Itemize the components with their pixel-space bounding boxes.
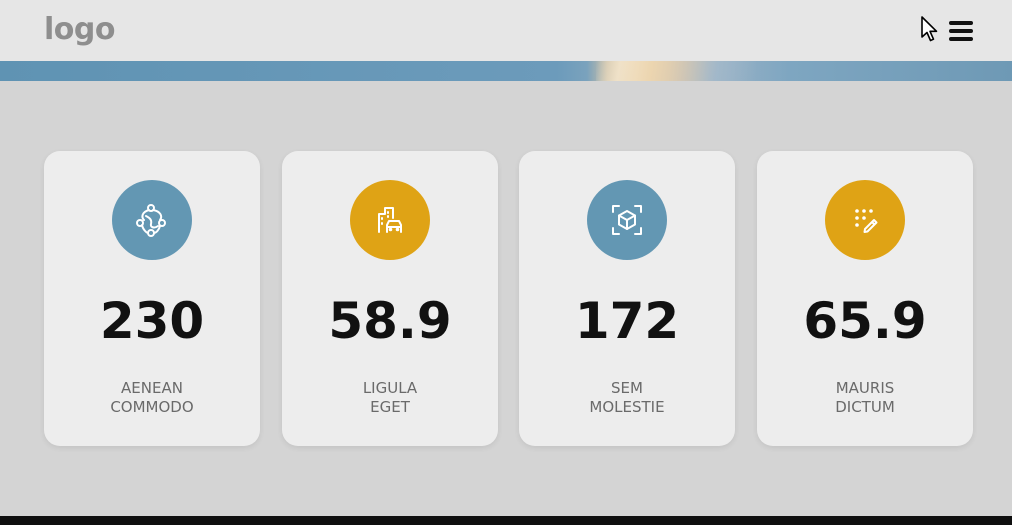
stat-label-line: LIGULA	[362, 379, 418, 397]
cube-scan-icon	[612, 205, 642, 235]
stat-label-line: AENEAN	[121, 379, 183, 397]
stat-value: 58.9	[328, 292, 452, 350]
stat-label-line: DICTUM	[835, 398, 895, 416]
magic-wand-icon	[855, 209, 878, 233]
stat-label-line: MOLESTIE	[589, 398, 665, 416]
stat-label: AENEAN COMMODO	[44, 379, 260, 417]
stat-label-line: SEM	[611, 379, 643, 397]
hero-photo	[596, 61, 756, 81]
mouse-cursor-icon	[921, 16, 938, 42]
stat-card-aenean-commodo: 230 AENEAN COMMODO	[44, 151, 260, 446]
site-header: logo	[0, 0, 1012, 61]
stat-label-line: MAURIS	[835, 379, 895, 397]
stat-label: LIGULA EGET	[282, 379, 498, 417]
stat-value: 230	[99, 292, 205, 350]
stat-card-mauris-dictum: 65.9 MAURIS DICTUM	[757, 151, 973, 446]
bottom-bar	[0, 516, 1012, 525]
stat-icon-circle	[350, 180, 430, 260]
stat-value: 65.9	[803, 292, 927, 350]
logo[interactable]: logo	[44, 10, 115, 50]
stat-label-line: COMMODO	[110, 398, 194, 416]
hamburger-menu-icon[interactable]	[947, 18, 975, 44]
stat-card-ligula-eget: 58.9 LIGULA EGET	[282, 151, 498, 446]
stat-label-line: EGET	[370, 398, 410, 416]
network-icon	[136, 204, 166, 237]
stat-label: MAURIS DICTUM	[757, 379, 973, 417]
stat-icon-circle	[825, 180, 905, 260]
stat-label: SEM MOLESTIE	[519, 379, 735, 417]
city-car-icon	[378, 207, 402, 233]
stat-icon-circle	[587, 180, 667, 260]
stat-card-sem-molestie: 172 SEM MOLESTIE	[519, 151, 735, 446]
stat-value: 172	[574, 292, 680, 350]
stat-icon-circle	[112, 180, 192, 260]
hero-image-strip	[0, 61, 1012, 81]
